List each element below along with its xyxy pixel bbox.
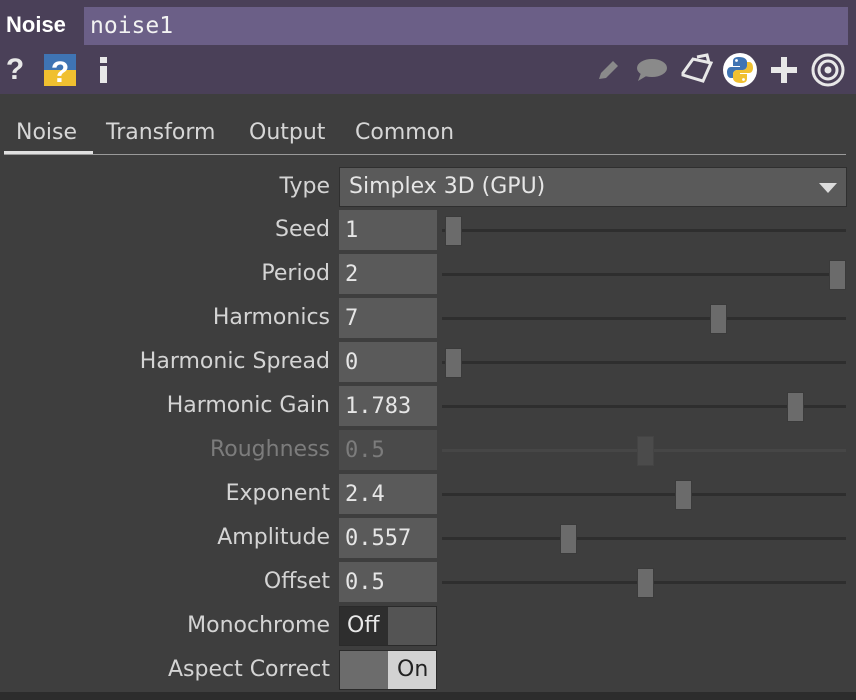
- period-slider-track[interactable]: [442, 273, 846, 276]
- offset-field[interactable]: [339, 562, 437, 602]
- type-dropdown[interactable]: Simplex 3D (GPU): [339, 167, 847, 207]
- harmonic-spread-field[interactable]: [339, 342, 437, 382]
- offset-label: Offset: [263, 569, 330, 594]
- harmonics-label: Harmonics: [212, 305, 330, 330]
- roughness-label: Roughness: [209, 437, 330, 462]
- aspect-correct-toggle-off-side: [340, 651, 388, 689]
- aspect-correct-toggle[interactable]: On: [339, 650, 437, 690]
- period-field[interactable]: [339, 254, 437, 294]
- harmonic-gain-slider-track[interactable]: [442, 405, 846, 408]
- add-icon[interactable]: [767, 52, 801, 88]
- seed-label: Seed: [275, 217, 330, 242]
- amplitude-field[interactable]: [339, 518, 437, 558]
- exponent-label: Exponent: [225, 481, 330, 506]
- help-icon[interactable]: ?: [4, 52, 26, 88]
- amplitude-label: Amplitude: [217, 525, 330, 550]
- type-value: Simplex 3D (GPU): [349, 174, 546, 199]
- pencil-icon[interactable]: [592, 52, 624, 88]
- roughness-field: [339, 430, 437, 470]
- harmonic-spread-label: Harmonic Spread: [139, 349, 330, 374]
- tab-transform[interactable]: Transform: [94, 116, 227, 154]
- harmonics-slider-handle[interactable]: [710, 304, 727, 334]
- type-label: Type: [279, 174, 330, 199]
- operator-name-field[interactable]: [84, 7, 848, 45]
- harmonic-gain-slider-handle[interactable]: [787, 392, 804, 422]
- seed-slider-track[interactable]: [442, 229, 846, 232]
- operator-type-label: Noise: [6, 12, 66, 37]
- amplitude-slider-handle[interactable]: [560, 524, 577, 554]
- monochrome-toggle-on-side: [388, 607, 436, 645]
- harmonic-gain-label: Harmonic Gain: [166, 393, 330, 418]
- monochrome-label: Monochrome: [187, 613, 330, 638]
- clone-icon[interactable]: [676, 52, 716, 88]
- exponent-field[interactable]: [339, 474, 437, 514]
- aspect-correct-label: Aspect Correct: [167, 657, 330, 682]
- info-icon[interactable]: [94, 52, 112, 88]
- monochrome-value: Off: [347, 613, 380, 638]
- harmonic-spread-slider-track[interactable]: [442, 361, 846, 364]
- exponent-slider-handle[interactable]: [675, 480, 692, 510]
- aspect-correct-value: On: [397, 657, 429, 682]
- svg-text:?: ?: [51, 56, 69, 88]
- seed-slider-handle[interactable]: [445, 216, 462, 246]
- seed-field[interactable]: [339, 210, 437, 250]
- period-label: Period: [261, 261, 330, 286]
- tab-divider: [4, 154, 846, 155]
- chevron-down-icon: [819, 183, 837, 193]
- python-icon[interactable]: [721, 52, 759, 88]
- viewer-icon[interactable]: [809, 52, 847, 88]
- roughness-slider-handle: [637, 436, 654, 466]
- period-slider-handle[interactable]: [829, 260, 846, 290]
- harmonic-spread-slider-handle[interactable]: [445, 348, 462, 378]
- offset-slider-handle[interactable]: [637, 568, 654, 598]
- monochrome-toggle[interactable]: Off: [339, 606, 437, 646]
- tab-output[interactable]: Output: [237, 116, 337, 154]
- comment-icon[interactable]: [632, 52, 670, 88]
- tab-common[interactable]: Common: [343, 116, 466, 154]
- harmonics-slider-track[interactable]: [442, 317, 846, 320]
- amplitude-slider-track[interactable]: [442, 537, 846, 540]
- exponent-slider-track[interactable]: [442, 493, 846, 496]
- harmonics-field[interactable]: [339, 298, 437, 338]
- operator-header: Noise ? ?: [0, 0, 856, 94]
- bottom-strip: [0, 692, 856, 700]
- python-help-icon[interactable]: ?: [41, 52, 79, 88]
- harmonic-gain-field[interactable]: [339, 386, 437, 426]
- tab-noise[interactable]: Noise: [4, 116, 93, 154]
